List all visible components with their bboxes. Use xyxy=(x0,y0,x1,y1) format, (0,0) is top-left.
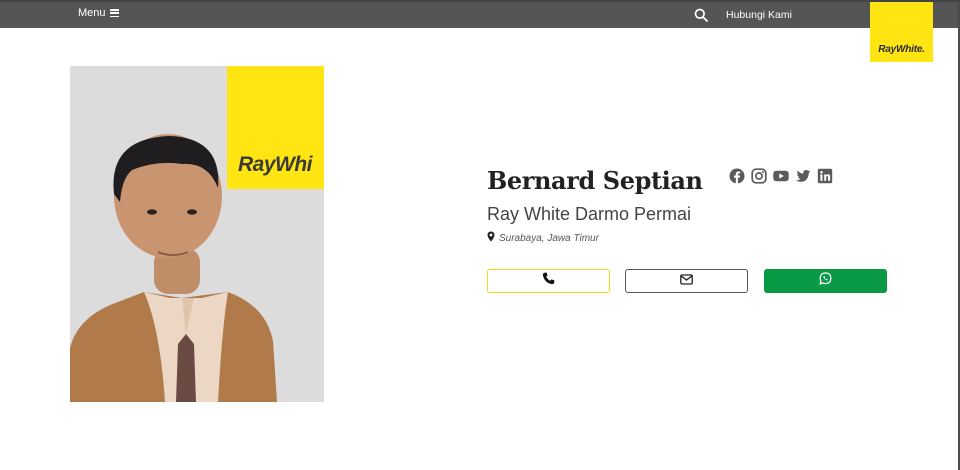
call-button[interactable] xyxy=(487,269,610,293)
agent-photo: RayWhi xyxy=(70,66,324,402)
contact-us-link[interactable]: Hubungi Kami xyxy=(726,9,792,21)
social-links xyxy=(729,168,833,184)
map-marker-icon xyxy=(487,231,495,245)
twitter-icon[interactable] xyxy=(795,168,811,184)
whatsapp-button[interactable] xyxy=(764,269,887,293)
search-icon[interactable] xyxy=(694,8,708,22)
top-navigation-bar: Menu Hubungi Kami xyxy=(0,2,958,28)
facebook-icon[interactable] xyxy=(729,168,745,184)
whatsapp-icon xyxy=(819,272,832,290)
hamburger-icon xyxy=(109,9,119,18)
email-button[interactable] xyxy=(625,269,748,293)
youtube-icon[interactable] xyxy=(773,168,789,184)
menu-button[interactable]: Menu xyxy=(78,7,119,19)
agent-name: Bernard Septian xyxy=(487,166,703,195)
menu-label: Menu xyxy=(78,7,106,19)
phone-icon xyxy=(542,272,555,290)
location-text: Surabaya, Jawa Timur xyxy=(499,232,599,244)
logo-text: RayWhite. xyxy=(878,44,925,55)
instagram-icon[interactable] xyxy=(751,168,767,184)
agent-location: Surabaya, Jawa Timur xyxy=(487,231,599,245)
linkedin-icon[interactable] xyxy=(817,168,833,184)
agent-office: Ray White Darmo Permai xyxy=(487,204,692,224)
envelope-icon xyxy=(680,272,693,290)
agent-portrait-illustration xyxy=(70,134,277,402)
raywhite-logo[interactable]: RayWhite. xyxy=(870,2,933,62)
